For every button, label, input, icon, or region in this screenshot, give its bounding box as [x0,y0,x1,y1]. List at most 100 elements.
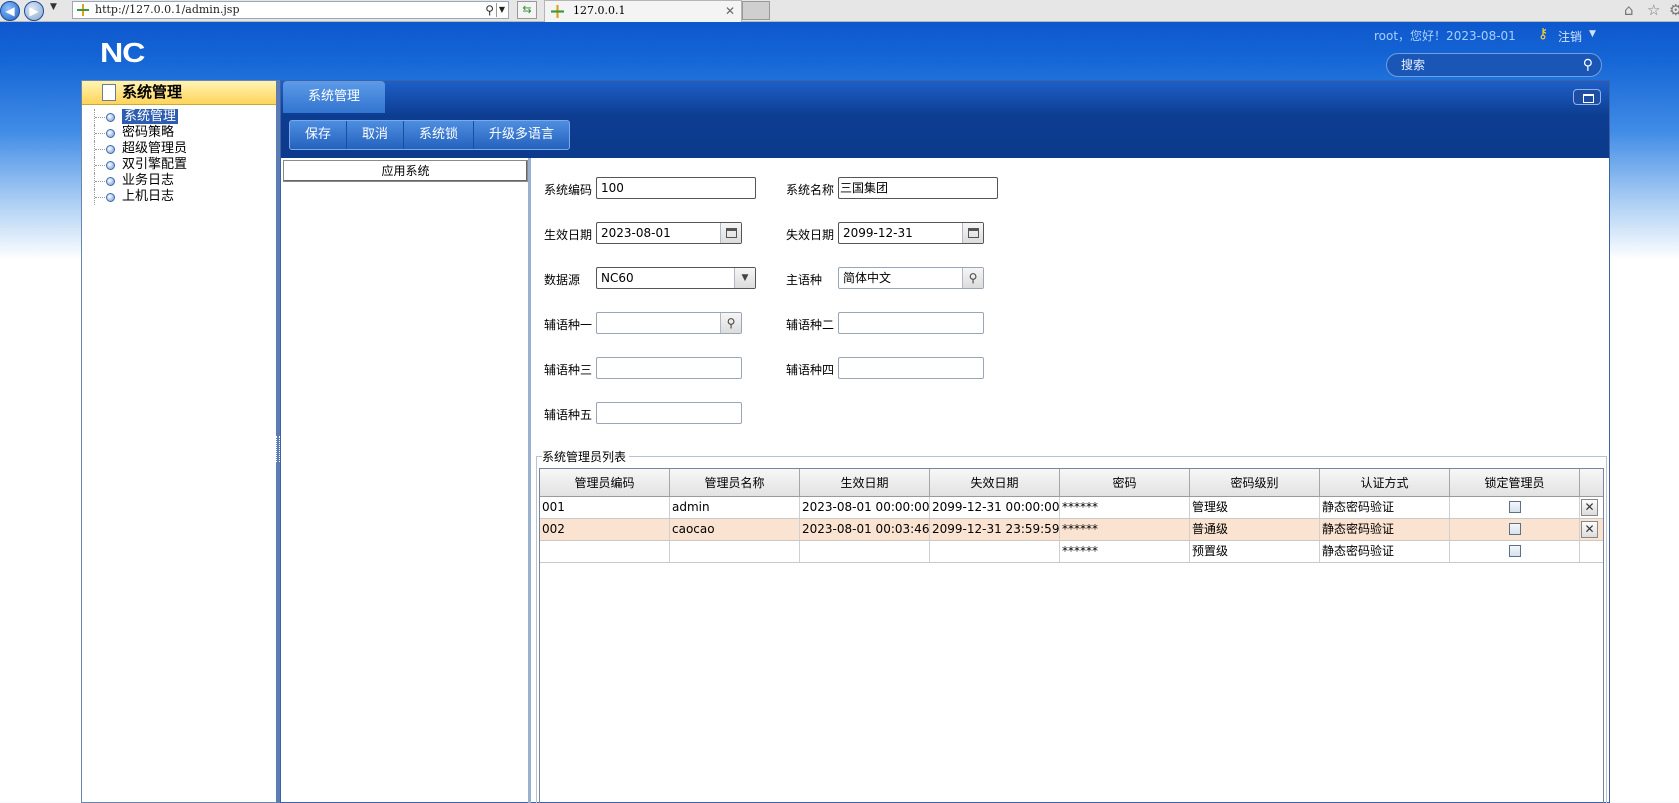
home-icon[interactable]: ⌂ [1624,1,1634,19]
col-password[interactable]: 密码 [1060,469,1190,496]
cell-start[interactable]: 2023-08-01 00:00:00 [800,497,930,518]
end-date-field[interactable]: 2099-12-31 [838,222,984,244]
cell-name[interactable] [670,541,800,562]
sidebar-item-password-policy[interactable]: 密码策略 [82,125,276,141]
browser-toolbar: ◀ ▶ ▼ http://127.0.0.1/admin.jsp ⚲ ▼ ⇆ 1… [0,0,1679,22]
sidebar-item-login-log[interactable]: 上机日志 [82,189,276,205]
cell-code[interactable]: 001 [540,497,670,518]
upgrade-multilang-button[interactable]: 升级多语言 [474,121,569,149]
cell-locked [1450,497,1580,518]
lock-checkbox[interactable] [1508,544,1521,557]
settings-gear-icon[interactable]: ⚙ [1669,1,1679,19]
aux5-field[interactable] [596,402,742,424]
search-icon[interactable]: ⚲ [962,268,983,288]
url-text: http://127.0.0.1/admin.jsp [95,3,240,16]
col-end-date[interactable]: 失效日期 [930,469,1060,496]
chevron-down-icon[interactable]: ▼ [734,268,755,288]
start-date-label: 生效日期 [544,228,593,242]
search-icon[interactable]: ⚲ [1583,54,1593,76]
tab-favicon-icon [551,5,564,18]
cell-end[interactable] [930,541,1060,562]
main-lang-field[interactable]: 简体中文 ⚲ [838,267,984,289]
aux3-label: 辅语种三 [544,363,593,377]
cell-end[interactable]: 2099-12-31 00:00:00 [930,497,1060,518]
tree-branch-line [94,189,106,205]
cell-password[interactable]: ****** [1060,541,1190,562]
aux2-field[interactable] [838,312,984,334]
tree-branch-line [94,109,106,125]
address-dropdown-icon[interactable]: ▼ [496,3,507,17]
close-tab-icon[interactable]: ✕ [725,1,735,21]
cell-delete [1580,541,1599,562]
sidebar-item-super-admin[interactable]: 超级管理员 [82,141,276,157]
forward-icon[interactable]: ▶ [24,1,44,21]
cell-password[interactable]: ****** [1060,519,1190,540]
cell-name[interactable]: admin [670,497,800,518]
cell-password[interactable]: ****** [1060,497,1190,518]
cell-start[interactable]: 2023-08-01 00:03:46 [800,519,930,540]
table-row[interactable]: ****** 预置级 静态密码验证 [540,541,1603,563]
search-input[interactable]: 搜索 ⚲ [1386,53,1602,77]
favorites-star-icon[interactable]: ☆ [1647,1,1660,19]
sidebar-item-dual-engine[interactable]: 双引擎配置 [82,157,276,173]
cell-auth[interactable]: 静态密码验证 [1320,541,1450,562]
col-start-date[interactable]: 生效日期 [800,469,930,496]
sidebar-item-system-management[interactable]: 系统管理 [82,109,276,125]
admin-list-title: 系统管理员列表 [542,448,630,465]
delete-row-icon[interactable]: ✕ [1581,521,1598,538]
delete-row-icon[interactable]: ✕ [1581,499,1598,516]
lock-checkbox[interactable] [1508,522,1521,535]
col-auth-method[interactable]: 认证方式 [1320,469,1450,496]
save-button[interactable]: 保存 [290,121,348,149]
search-icon[interactable]: ⚲ [720,313,741,333]
chevron-down-icon[interactable]: ▼ [1589,29,1596,39]
aux4-label: 辅语种四 [786,363,835,377]
history-dropdown-icon[interactable]: ▼ [50,2,57,12]
sidebar-item-label: 系统管理 [122,109,179,124]
aux3-field[interactable] [596,357,742,379]
sys-name-field[interactable]: 三国集团 [838,177,998,199]
sys-code-field[interactable]: 100 [596,177,756,199]
logout-link[interactable]: 注销 [1558,28,1582,45]
cell-end[interactable]: 2099-12-31 23:59:59 [930,519,1060,540]
table-row[interactable]: 002 caocao 2023-08-01 00:03:46 2099-12-3… [540,519,1603,541]
cell-auth[interactable]: 静态密码验证 [1320,497,1450,518]
browser-tab[interactable]: 127.0.0.1 ✕ [544,0,742,22]
lock-checkbox[interactable] [1508,500,1521,513]
cell-level[interactable]: 普通级 [1190,519,1320,540]
cell-start[interactable] [800,541,930,562]
end-date-value: 2099-12-31 [843,226,913,240]
system-lock-button[interactable]: 系统锁 [404,121,475,149]
new-tab-button[interactable] [742,1,770,20]
datasource-select[interactable]: NC60 ▼ [596,267,756,289]
sidebar-item-business-log[interactable]: 业务日志 [82,173,276,189]
nc-logo: NC [100,37,145,68]
table-row[interactable]: 001 admin 2023-08-01 00:00:00 2099-12-31… [540,497,1603,519]
back-icon[interactable]: ◀ [0,1,20,21]
cell-level[interactable]: 预置级 [1190,541,1320,562]
col-lock-admin[interactable]: 锁定管理员 [1450,469,1580,496]
col-password-level[interactable]: 密码级别 [1190,469,1320,496]
app-system-header[interactable]: 应用系统 [283,160,528,182]
cell-name[interactable]: caocao [670,519,800,540]
document-icon [102,84,116,101]
aux4-field[interactable] [838,357,984,379]
col-admin-name[interactable]: 管理员名称 [670,469,800,496]
cell-auth[interactable]: 静态密码验证 [1320,519,1450,540]
aux1-field[interactable]: ⚲ [596,312,742,334]
cell-code[interactable]: 002 [540,519,670,540]
cell-code[interactable] [540,541,670,562]
cancel-button[interactable]: 取消 [347,121,405,149]
address-bar[interactable]: http://127.0.0.1/admin.jsp ⚲ ▼ [72,1,509,19]
calendar-icon[interactable] [962,223,983,243]
admin-table: 管理员编码 管理员名称 生效日期 失效日期 密码 密码级别 认证方式 锁定管理员… [539,468,1604,803]
start-date-field[interactable]: 2023-08-01 [596,222,742,244]
col-admin-code[interactable]: 管理员编码 [540,469,670,496]
calendar-icon[interactable] [720,223,741,243]
refresh-icon[interactable]: ⇆ [517,1,537,19]
calendar-glyph [967,228,979,238]
magnifier-icon[interactable]: ⚲ [485,2,494,18]
tab-system-management[interactable]: 系统管理 [283,81,385,113]
cell-level[interactable]: 管理级 [1190,497,1320,518]
maximize-icon[interactable] [1573,89,1601,105]
